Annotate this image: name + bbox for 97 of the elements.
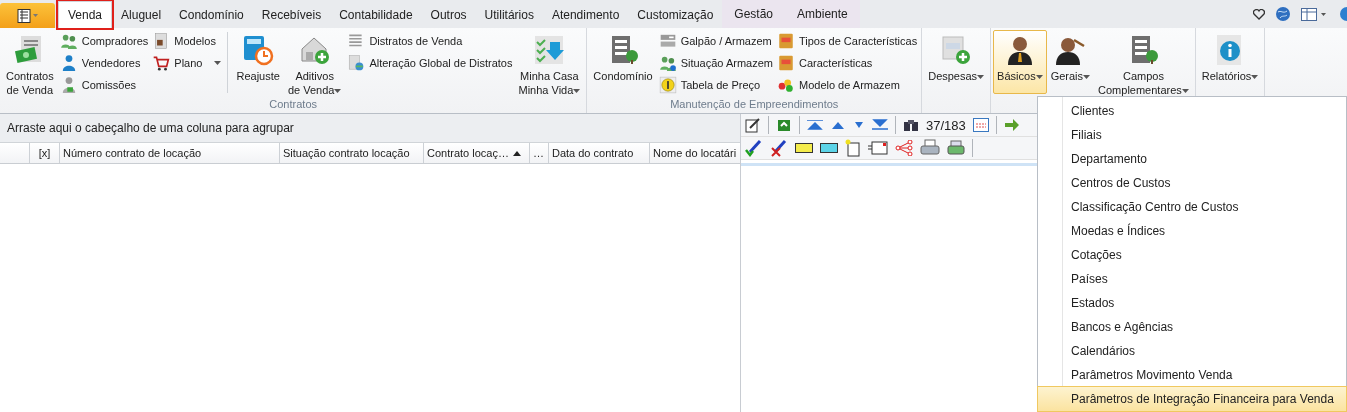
ribbon-button[interactable]: Situação Armazem [656, 53, 775, 72]
menu-item[interactable]: Clientes [1038, 99, 1346, 123]
caret-icon [573, 89, 581, 94]
text-field-icon[interactable] [820, 143, 838, 153]
ribbon-button[interactable]: Tipos de Características [775, 31, 920, 50]
ribbon-button[interactable]: Minha Casa Minha Vida [514, 30, 585, 94]
ribbon-button[interactable]: Vendedores [57, 53, 151, 72]
column-header[interactable]: Nome do locatári [649, 143, 743, 163]
sort-ascending-icon [512, 150, 521, 156]
ribbon-button[interactable]: Plano [150, 53, 224, 72]
help-icon[interactable] [1337, 6, 1347, 22]
arrow-right-icon[interactable] [1003, 118, 1020, 132]
document-globe-icon [347, 53, 366, 72]
share-icon[interactable] [895, 140, 913, 156]
folder-icon [777, 53, 795, 72]
caret-icon [1035, 75, 1043, 80]
pen-cross-icon[interactable] [770, 139, 788, 157]
highlight-field-icon[interactable] [795, 143, 813, 153]
ribbon-button[interactable]: Tabela de Preço [656, 75, 775, 94]
caret-icon [1251, 75, 1259, 80]
folder-icon [777, 31, 795, 50]
ribbon-tab[interactable]: Recebíveis [252, 2, 331, 28]
caret-icon [1083, 75, 1091, 80]
menu-item[interactable]: Parâmetros Movimento Venda [1038, 363, 1346, 387]
caret-icon [977, 75, 985, 80]
column-header[interactable]: Situação contrato locação [280, 143, 424, 163]
column-header[interactable]: Contrato locaç… [424, 143, 530, 163]
coin-icon [658, 75, 677, 94]
ribbon-tab[interactable]: Atendimento [542, 2, 629, 28]
menu-item[interactable]: Departamento [1038, 147, 1346, 171]
caret-icon [214, 60, 222, 65]
ribbon-button[interactable]: Despesas [924, 30, 989, 94]
ribbon-button[interactable]: Distratos de Venda [345, 31, 515, 50]
ribbon-tab[interactable]: Utilitários [475, 2, 543, 28]
ribbon-button[interactable]: Reajuste [232, 30, 284, 94]
ribbon-tab[interactable]: Venda [58, 1, 113, 28]
ribbon-button[interactable]: Modelos [150, 31, 224, 50]
menu-item[interactable]: Países [1038, 267, 1346, 291]
ribbon-tab[interactable]: Contabilidade [330, 2, 422, 28]
edit-icon[interactable] [745, 117, 761, 133]
globe-icon[interactable] [1275, 6, 1291, 22]
heart-icon[interactable] [1253, 8, 1265, 20]
column-header[interactable]: Data do contrato [548, 143, 650, 163]
down-icon[interactable] [853, 121, 865, 129]
menu-item[interactable]: Cotações [1038, 243, 1346, 267]
record-counter: 37/183 [926, 117, 966, 133]
ribbon-button[interactable]: Galpão / Armazem [656, 31, 775, 50]
caret-icon [334, 89, 342, 94]
calendar-icon[interactable] [972, 118, 989, 132]
menu-item[interactable]: Bancos e Agências [1038, 315, 1346, 339]
ribbon-button[interactable]: Alteração Global de Distratos [345, 53, 515, 72]
calculator-clock-icon [242, 34, 275, 66]
ribbon-tab[interactable]: Gestão [722, 0, 786, 28]
ribbon-button[interactable]: Compradores [57, 31, 151, 50]
group-label: Manutenção de Empreendimentos [669, 97, 840, 112]
ribbon-tab[interactable]: Outros [421, 2, 476, 28]
envelope-icon[interactable] [868, 141, 888, 155]
ribbon-button[interactable]: Comissões [57, 75, 151, 94]
ribbon-button[interactable]: Modelo de Armazem [775, 75, 920, 94]
list-icon [16, 8, 39, 23]
caret-icon [1181, 89, 1189, 94]
first-icon[interactable] [807, 120, 823, 130]
column-header[interactable]: [x] [30, 143, 60, 163]
menu-item[interactable]: Classificação Centro de Custos [1038, 195, 1346, 219]
ribbon-button[interactable]: Básicos [993, 30, 1047, 94]
refresh-icon[interactable] [776, 117, 792, 133]
layout-icon[interactable] [1301, 7, 1327, 21]
menu-item[interactable]: Estados [1038, 291, 1346, 315]
menu-item[interactable]: Filiais [1038, 123, 1346, 147]
pen-check-icon[interactable] [745, 139, 763, 157]
group-label: Contratos [268, 97, 318, 112]
ribbon-button[interactable]: Características [775, 53, 920, 72]
application-menu-button[interactable] [0, 3, 55, 28]
new-document-icon[interactable] [845, 139, 861, 157]
printer-icon[interactable] [947, 140, 965, 156]
group-panel: Arraste aqui o cabeçalho de uma coluna para agrupar [0, 114, 740, 143]
last-icon[interactable] [872, 119, 888, 131]
ribbon-tab[interactable]: Customização [628, 2, 723, 28]
ribbon-tab[interactable]: Aluguel [112, 2, 171, 28]
ribbon-button[interactable]: Condomínio [589, 30, 657, 94]
column-header[interactable]: … [529, 143, 549, 163]
column-header[interactable]: Número contrato de locação [60, 143, 280, 163]
printer-icon[interactable] [920, 139, 940, 157]
ribbon-button[interactable]: Campos Complementares [1094, 30, 1193, 94]
ribbon-button[interactable]: Contratos de Venda [2, 30, 58, 94]
ribbon-tab[interactable]: Ambiente [785, 0, 860, 28]
menu-item[interactable]: Calendários [1038, 339, 1346, 363]
binoculars-icon[interactable] [903, 118, 919, 132]
up-icon[interactable] [830, 120, 846, 130]
document-plus-icon [940, 34, 973, 66]
menu-item[interactable]: Moedas e Índices [1038, 219, 1346, 243]
menu-item[interactable]: Centros de Custos [1038, 171, 1346, 195]
ribbon-button[interactable]: Gerais [1046, 30, 1095, 94]
ribbon-tab[interactable]: Condomínio [170, 2, 253, 28]
menu-item[interactable]: Parâmetros de Integração Financeira para Venda [1038, 387, 1346, 411]
ribbon-button[interactable]: Aditivos de Venda [283, 30, 346, 94]
ribbon-button[interactable]: Relatórios [1197, 30, 1263, 94]
